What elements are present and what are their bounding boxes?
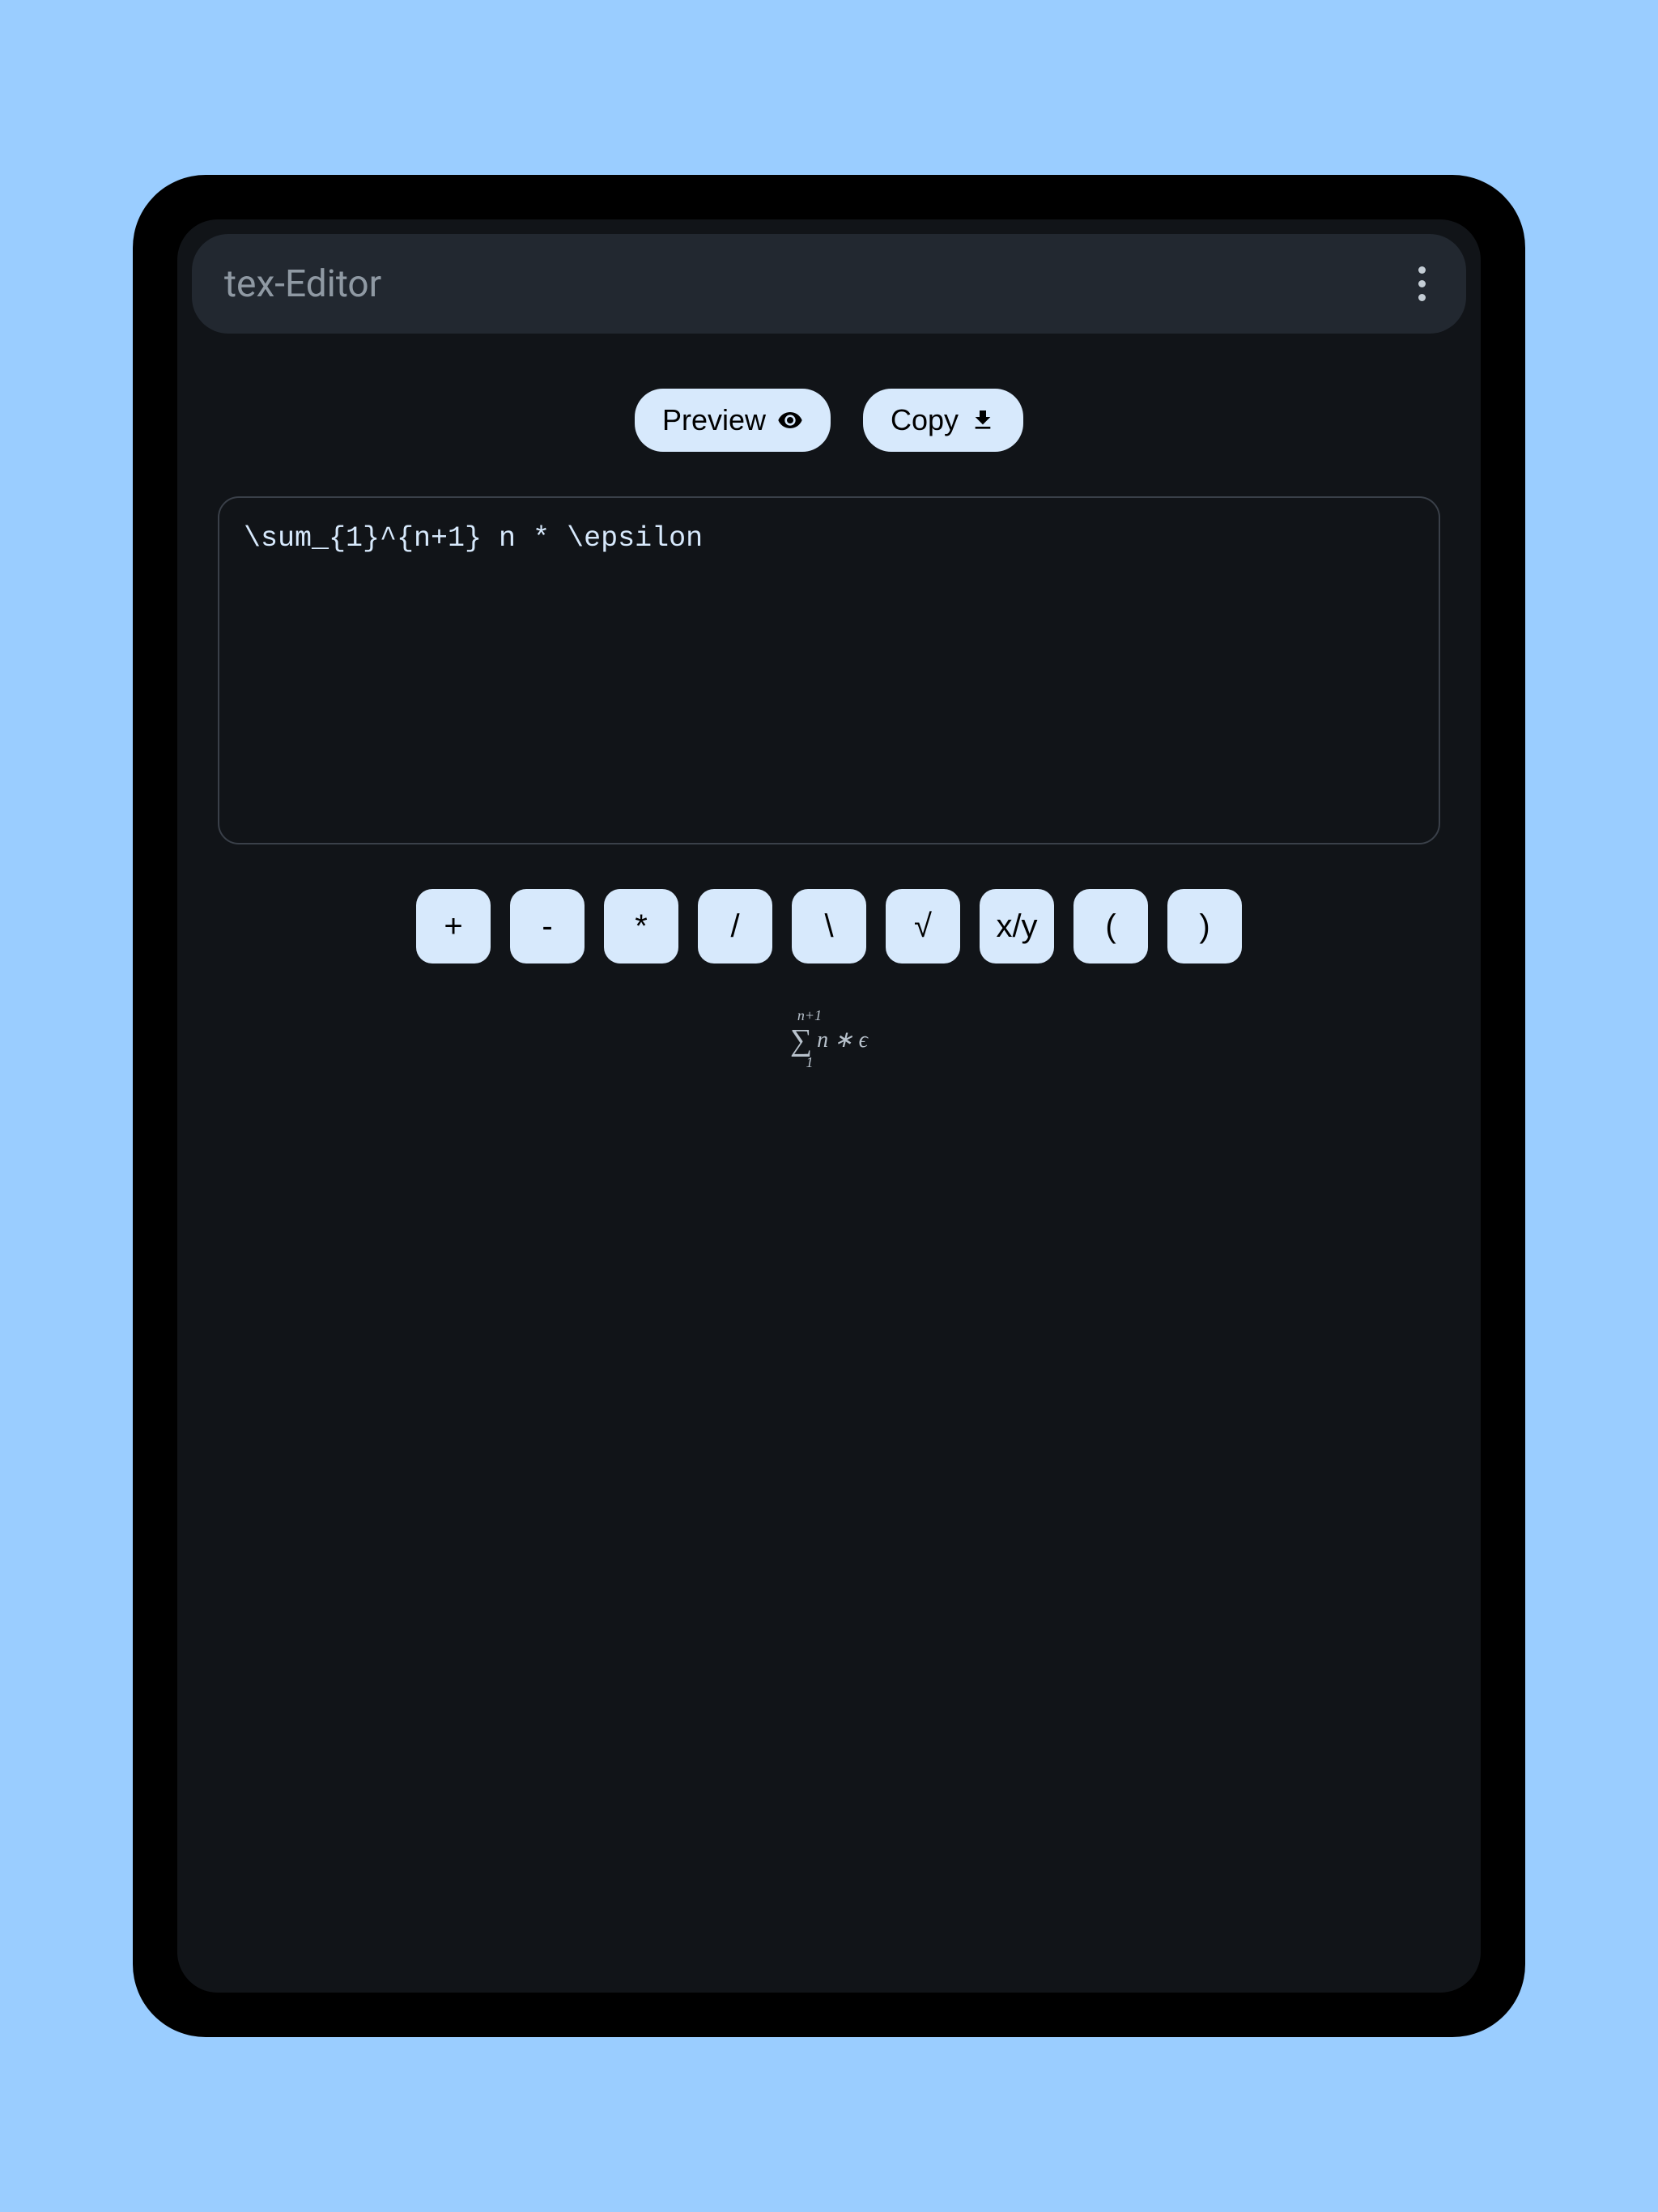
symbol-slash-button[interactable]: / xyxy=(698,889,772,963)
screen: tex-Editor Preview Copy xyxy=(177,219,1481,1993)
copy-button-label: Copy xyxy=(891,403,959,437)
action-button-row: Preview Copy xyxy=(635,389,1023,452)
symbol-plus-button[interactable]: + xyxy=(416,889,491,963)
sum-sigma-symbol: ∑ xyxy=(790,1024,812,1058)
symbol-rparen-button[interactable]: ) xyxy=(1167,889,1242,963)
copy-button[interactable]: Copy xyxy=(863,389,1023,452)
app-title: tex-Editor xyxy=(224,262,381,306)
symbol-backslash-button[interactable]: \ xyxy=(792,889,866,963)
preview-button[interactable]: Preview xyxy=(635,389,831,452)
rendered-preview: n+1 ∑ n ∗ ϵ 1 xyxy=(790,1008,868,1070)
symbol-asterisk-button[interactable]: * xyxy=(604,889,678,963)
preview-button-label: Preview xyxy=(662,403,766,437)
app-header: tex-Editor xyxy=(192,234,1466,334)
symbol-toolbar: + - * / \ √ x/y ( ) xyxy=(416,889,1242,963)
sum-upper-bound: n+1 xyxy=(771,1008,848,1024)
download-icon xyxy=(970,407,996,433)
sum-lower-bound: 1 xyxy=(771,1055,848,1071)
symbol-fraction-button[interactable]: x/y xyxy=(980,889,1054,963)
symbol-lparen-button[interactable]: ( xyxy=(1073,889,1148,963)
symbol-minus-button[interactable]: - xyxy=(510,889,585,963)
symbol-sqrt-button[interactable]: √ xyxy=(886,889,960,963)
kebab-menu-icon[interactable] xyxy=(1410,258,1434,309)
sum-body-expression: n ∗ ϵ xyxy=(817,1028,868,1053)
tablet-frame: tex-Editor Preview Copy xyxy=(133,175,1525,2037)
content-area: Preview Copy + - * / \ xyxy=(177,348,1481,1993)
eye-icon xyxy=(777,407,803,433)
tex-input[interactable] xyxy=(218,496,1440,844)
